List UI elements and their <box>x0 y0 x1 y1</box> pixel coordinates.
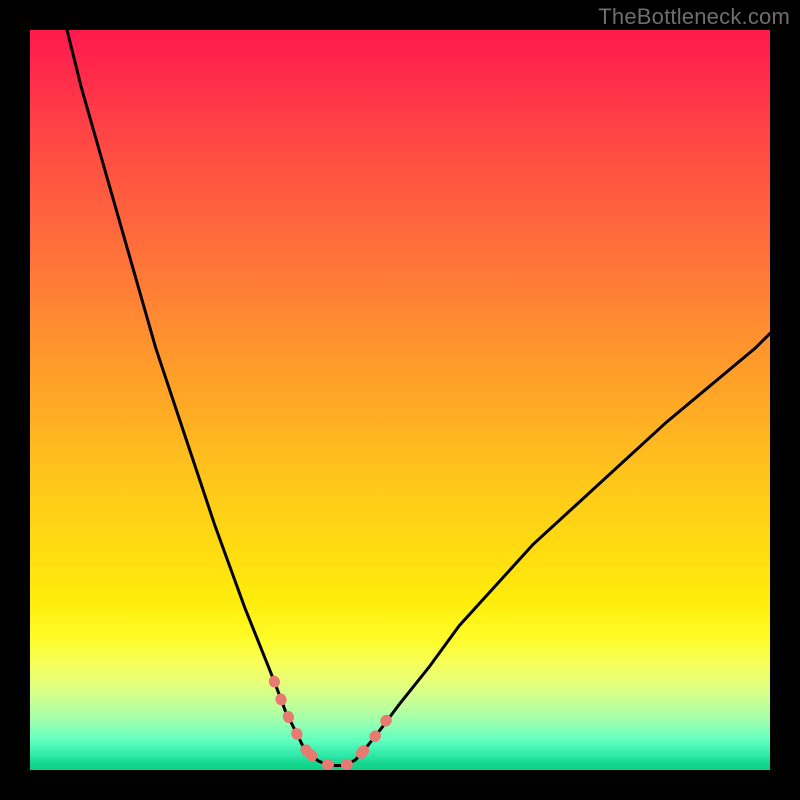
curve-left-branch <box>67 30 311 755</box>
watermark-text: TheBottleneck.com <box>598 4 790 30</box>
chart-frame: TheBottleneck.com <box>0 0 800 800</box>
curve-valley-floor <box>311 752 363 766</box>
curve-right-branch <box>363 333 770 751</box>
curve-layer <box>30 30 770 770</box>
